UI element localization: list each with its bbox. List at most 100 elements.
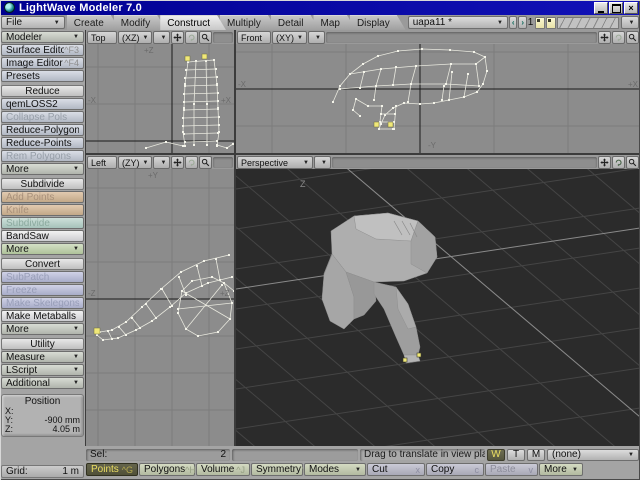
sidebar-item-bandsaw[interactable]: BandSaw	[1, 230, 84, 242]
symmetry-button[interactable]: SymmetryY	[251, 463, 303, 476]
sidebar-item-freeze: Freeze	[1, 284, 84, 296]
close-button[interactable]: ×	[624, 2, 638, 14]
prev-layer-button[interactable]: ‹	[509, 16, 517, 29]
viewport-left-label-button[interactable]: Left	[87, 156, 117, 169]
zoom-tool-button[interactable]	[199, 156, 212, 169]
viewport-top-axis-dropdown[interactable]: (XZ)▼	[118, 31, 152, 44]
polygons-mode-button[interactable]: Polygons^H	[139, 463, 195, 476]
paste-button: Pastev	[485, 463, 538, 476]
pan-tool-button[interactable]	[171, 31, 184, 44]
viewport-front-label-button[interactable]: Front	[237, 31, 271, 44]
tab-create[interactable]: Create	[67, 15, 120, 30]
sidebar-item-modeler[interactable]: Modeler▼	[1, 31, 84, 43]
pan-tool-button[interactable]	[171, 156, 184, 169]
tab-modify[interactable]: Modify	[114, 15, 166, 30]
tab-multiply[interactable]: Multiply	[220, 15, 277, 30]
viewport-top-canvas[interactable]: +Z -X +X	[86, 44, 234, 153]
sidebar-item-make-metaballs[interactable]: Make Metaballs	[1, 310, 84, 322]
viewport-top-label-button[interactable]: Top	[87, 31, 117, 44]
viewport-perspective-dropdown[interactable]: Perspective▼	[237, 156, 313, 169]
viewport-left-canvas[interactable]: +Y -Z +Z	[86, 169, 234, 446]
rotate-icon	[187, 157, 196, 168]
minimize-button[interactable]	[594, 2, 608, 14]
sidebar-item-subdivide: Subdivide	[1, 217, 84, 229]
layers-dropdown-button[interactable]: ▼	[621, 16, 639, 29]
viewport-perspective[interactable]: Perspective▼ ▼ Z	[236, 155, 640, 446]
viewport-top[interactable]: Top (XZ)▼ ▼	[86, 30, 234, 153]
tab-map[interactable]: Map	[313, 15, 355, 30]
chevron-down-icon: ▼	[143, 160, 149, 166]
object-name: uapa11 *	[413, 17, 452, 28]
morph-mode-button[interactable]: M	[527, 449, 545, 461]
sidebar-item-reduce-points[interactable]: Reduce-Points	[1, 137, 84, 149]
empty-layer-tabs[interactable]	[557, 17, 619, 29]
sidebar-item-measure[interactable]: Measure▼	[1, 351, 84, 363]
magnifier-icon	[201, 157, 210, 168]
sidebar-item-knife: Knife	[1, 204, 84, 216]
sidebar-item-lscript[interactable]: LScript▼	[1, 364, 84, 376]
maximize-button[interactable]	[609, 2, 623, 14]
viewport-left-axis-dropdown[interactable]: (ZY)▼	[118, 156, 152, 169]
chevron-down-icon: ▼	[73, 324, 79, 335]
pan-tool-button[interactable]	[598, 31, 611, 44]
sidebar-item-qemloss2[interactable]: qemLOSS2	[1, 98, 84, 110]
cut-button[interactable]: Cutx	[367, 463, 425, 476]
header-filler	[213, 32, 233, 43]
grid-size-indicator: Grid: 1 m	[1, 465, 84, 478]
viewport-perspective-canvas[interactable]: Z	[236, 169, 640, 446]
chevron-down-icon: ▼	[572, 467, 578, 473]
sidebar-item-reduce-polygons[interactable]: Reduce-Polygons	[1, 124, 84, 136]
rotate-tool-button	[185, 156, 198, 169]
sidebar-item-more-subdivide[interactable]: More▼	[1, 243, 84, 255]
tab-detail[interactable]: Detail	[271, 15, 320, 30]
texture-mode-button[interactable]: T	[507, 449, 525, 461]
header-filler	[332, 157, 597, 168]
more-dropdown-button[interactable]: More▼	[539, 463, 583, 476]
section-header-reduce: Reduce	[1, 85, 84, 97]
points-mode-button[interactable]: Points^G	[86, 463, 138, 476]
chevron-down-icon: ▼	[629, 20, 635, 26]
axis-label: +Y	[148, 171, 159, 180]
chevron-down-icon: ▼	[73, 164, 79, 175]
viewport-front-canvas[interactable]: -X +X -Y	[236, 44, 640, 153]
sidebar-item-additional[interactable]: Additional▼	[1, 377, 84, 389]
viewport-front-axis-dropdown[interactable]: (XY)▼	[272, 31, 307, 44]
object-selector-dropdown[interactable]: uapa11 * ▼	[408, 16, 508, 29]
sidebar-item-presets[interactable]: Presets	[1, 70, 84, 82]
axis-label: +X	[628, 80, 639, 89]
sidebar-item-surface-editor[interactable]: Surface Editor^F3	[1, 44, 84, 56]
viewport-left[interactable]: Left (ZY)▼ ▼	[86, 155, 234, 446]
viewport-left-header: Left (ZY)▼ ▼	[86, 155, 234, 169]
pan-tool-button[interactable]	[598, 156, 611, 169]
layer-tab-1[interactable]	[535, 17, 545, 29]
zoom-tool-button[interactable]	[626, 31, 639, 44]
sidebar-item-image-editor[interactable]: Image Editor^F4	[1, 57, 84, 69]
tab-construct[interactable]: Construct	[160, 15, 226, 30]
next-icon: ›	[521, 18, 524, 27]
viewport-left-style-dropdown[interactable]: ▼	[153, 156, 170, 169]
viewport-top-header: Top (XZ)▼ ▼	[86, 30, 234, 44]
zoom-tool-button[interactable]	[199, 31, 212, 44]
viewport-front[interactable]: Front (XY)▼ ▼	[236, 30, 640, 153]
viewport-front-style-dropdown[interactable]: ▼	[308, 31, 325, 44]
file-menu-button[interactable]: File ▼	[1, 16, 65, 29]
copy-button[interactable]: Copyc	[426, 463, 484, 476]
weight-mode-button[interactable]: W	[487, 449, 505, 461]
vertex-map-dropdown[interactable]: (none) ▼	[547, 449, 639, 461]
chevron-down-icon: ▼	[73, 378, 79, 389]
viewport-perspective-style-dropdown[interactable]: ▼	[314, 156, 331, 169]
rotate-tool-button[interactable]	[612, 156, 625, 169]
magnifier-icon	[628, 157, 637, 168]
sidebar-item-more-reduce[interactable]: More▼	[1, 163, 84, 175]
sidebar-item-more-convert[interactable]: More▼	[1, 323, 84, 335]
layer-tab-2[interactable]	[546, 17, 556, 29]
chevron-down-icon: ▼	[497, 20, 503, 26]
tab-display[interactable]: Display	[350, 15, 406, 30]
volume-mode-button[interactable]: Volume^J	[196, 463, 250, 476]
prev-icon: ‹	[512, 18, 515, 27]
viewport-top-style-dropdown[interactable]: ▼	[153, 31, 170, 44]
modes-dropdown-button[interactable]: Modes▼	[304, 463, 366, 476]
zoom-tool-button[interactable]	[626, 156, 639, 169]
next-layer-button[interactable]: ›	[518, 16, 526, 29]
chevron-down-icon: ▼	[297, 35, 303, 41]
